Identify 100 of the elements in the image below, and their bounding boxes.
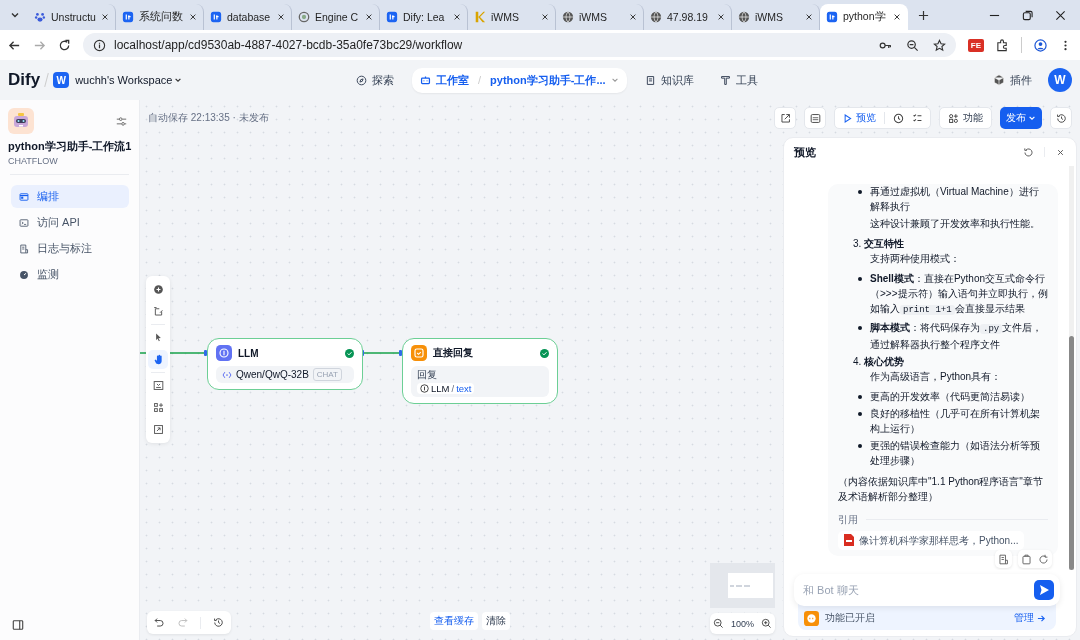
- compass-icon: [356, 74, 367, 86]
- url-text: localhost/app/cd9530ab-4887-4027-bcdb-35a0fe73bc29/workflow: [114, 38, 463, 52]
- export-icon: [779, 112, 791, 124]
- import-button[interactable]: [774, 107, 796, 129]
- close-icon[interactable]: [453, 13, 461, 21]
- new-tab-icon[interactable]: [918, 9, 929, 21]
- close-icon[interactable]: [277, 13, 285, 21]
- zoom-in-icon[interactable]: [760, 618, 772, 629]
- close-icon[interactable]: [541, 13, 549, 21]
- tab-title: Unstructu: [51, 11, 96, 23]
- restore-icon[interactable]: [1022, 9, 1033, 21]
- close-icon[interactable]: [101, 13, 109, 21]
- refresh-icon[interactable]: [1023, 146, 1034, 158]
- close-icon[interactable]: [189, 13, 197, 21]
- model-field: Qwen/QwQ-32B CHAT: [216, 366, 354, 383]
- hand-icon[interactable]: [148, 350, 168, 369]
- history-icon: [1055, 112, 1067, 124]
- features-icon: [804, 610, 819, 626]
- close-icon[interactable]: [629, 13, 637, 21]
- terminal-icon: [19, 217, 29, 228]
- address-bar[interactable]: localhost/app/cd9530ab-4887-4027-bcdb-35a0fe73bc29/workflow: [83, 33, 956, 57]
- features-icon: [948, 112, 959, 124]
- history-icon[interactable]: [893, 112, 904, 124]
- sidebar-item[interactable]: 编排: [11, 185, 129, 208]
- log-button[interactable]: [995, 550, 1012, 568]
- panel-icon: [809, 112, 821, 124]
- browser-tab[interactable]: python学: [820, 4, 908, 30]
- puzzle-icon[interactable]: [996, 38, 1009, 52]
- workspace-switcher[interactable]: wuchh's Workspace: [75, 74, 183, 86]
- clear-button[interactable]: 清除: [482, 612, 510, 630]
- zoom-out-icon[interactable]: [713, 618, 725, 629]
- tab-title: Engine C: [315, 11, 360, 23]
- publish-button[interactable]: 发布: [1000, 107, 1042, 129]
- chat-input[interactable]: 和 Bot 聊天: [794, 584, 1034, 596]
- list-item: 更高的开发效率（代码更简洁易读）: [870, 389, 1030, 404]
- citation-label: 引用: [838, 512, 858, 527]
- features-button[interactable]: 功能: [939, 107, 992, 129]
- nav-tab[interactable]: 工作室 / python学习助手-工作...: [412, 67, 627, 93]
- zoom-out-icon[interactable]: [905, 38, 919, 52]
- star-icon[interactable]: [932, 38, 946, 52]
- reload-icon[interactable]: [58, 38, 71, 52]
- model-icon: [222, 369, 232, 380]
- profile-icon[interactable]: [1034, 38, 1047, 52]
- tab-title: 系统问数: [139, 10, 184, 24]
- plugins-button[interactable]: 插件: [993, 72, 1032, 88]
- citation-chip[interactable]: 像计算机科学家那样思考，Python...: [838, 530, 1025, 550]
- variable-chip: LLM / text: [417, 383, 475, 394]
- app-logo-icon: [386, 11, 398, 23]
- reply-icon: [411, 345, 427, 361]
- close-icon[interactable]: [365, 13, 373, 21]
- env-button[interactable]: [804, 107, 826, 129]
- tool-icon: [719, 74, 731, 86]
- sidebar-item[interactable]: 日志与标注: [11, 237, 129, 260]
- field-label: 回复: [417, 369, 437, 382]
- play-icon: [842, 112, 853, 124]
- paragraph: （内容依据知识库中"1.1 Python程序语言"章节及术语解析部分整理）: [838, 474, 1044, 504]
- nav-tab[interactable]: 知识库: [636, 67, 702, 93]
- send-icon: [1038, 584, 1050, 596]
- arrow-right-icon: [1037, 613, 1046, 623]
- version-history-button[interactable]: [1050, 107, 1072, 129]
- view-cache-button[interactable]: 查看缓存: [430, 612, 478, 630]
- list-item: 更强的错误检查能力（如语法分析等预处理步骤）: [870, 438, 1041, 468]
- manage-link[interactable]: 管理: [1014, 611, 1046, 625]
- info-icon[interactable]: [93, 38, 106, 52]
- send-button[interactable]: [1034, 580, 1054, 600]
- list-item: Shell模式：直接在Python交互式命令行（>>>提示符）输入语句并立即执行，例如输入 print 1+1 会直接显示结果: [870, 271, 1048, 317]
- close-icon[interactable]: [1055, 9, 1066, 21]
- extension-badge[interactable]: FE: [967, 38, 984, 52]
- close-icon[interactable]: [805, 13, 813, 21]
- robot-icon: [8, 108, 34, 134]
- book-icon: [644, 74, 656, 86]
- checklist-icon[interactable]: [912, 112, 923, 124]
- k-logo-icon: [474, 11, 486, 23]
- user-avatar[interactable]: W: [1048, 68, 1072, 92]
- scrollbar[interactable]: [1069, 166, 1074, 570]
- nav-tab[interactable]: 工具: [711, 67, 766, 93]
- settings-icon[interactable]: [116, 115, 127, 127]
- workflow-node[interactable]: 直接回复 回复 LLM / text: [402, 338, 558, 404]
- caret-icon: [10, 10, 20, 20]
- nav-tab[interactable]: 探索: [348, 67, 402, 93]
- regenerate-icon[interactable]: [1038, 553, 1049, 565]
- sidebar-item[interactable]: 访问 API: [11, 211, 129, 234]
- caret-icon: [1028, 114, 1036, 122]
- gauge-icon: [19, 269, 29, 280]
- close-icon[interactable]: [893, 13, 901, 21]
- paragraph: 支持两种使用模式：: [869, 251, 961, 266]
- sidebar-toggle-icon[interactable]: [12, 619, 24, 631]
- history-icon[interactable]: [213, 617, 224, 628]
- bullet-icon: [858, 325, 862, 330]
- logo[interactable]: Dify: [8, 70, 41, 90]
- autosave-status: 自动保存 22:13:35 · 未发布: [148, 111, 269, 125]
- robot-icon: [420, 74, 431, 86]
- close-icon[interactable]: [717, 13, 725, 21]
- llm-icon: [216, 345, 232, 361]
- undo-icon[interactable]: [154, 617, 165, 628]
- workflow-node[interactable]: LLM Qwen/QwQ-32B CHAT: [207, 338, 363, 390]
- copy-icon[interactable]: [1021, 553, 1032, 565]
- zoom-level[interactable]: 100%: [731, 618, 754, 629]
- sidebar-item[interactable]: 监测: [11, 263, 129, 286]
- list-heading: 3. 交互特性: [852, 236, 906, 251]
